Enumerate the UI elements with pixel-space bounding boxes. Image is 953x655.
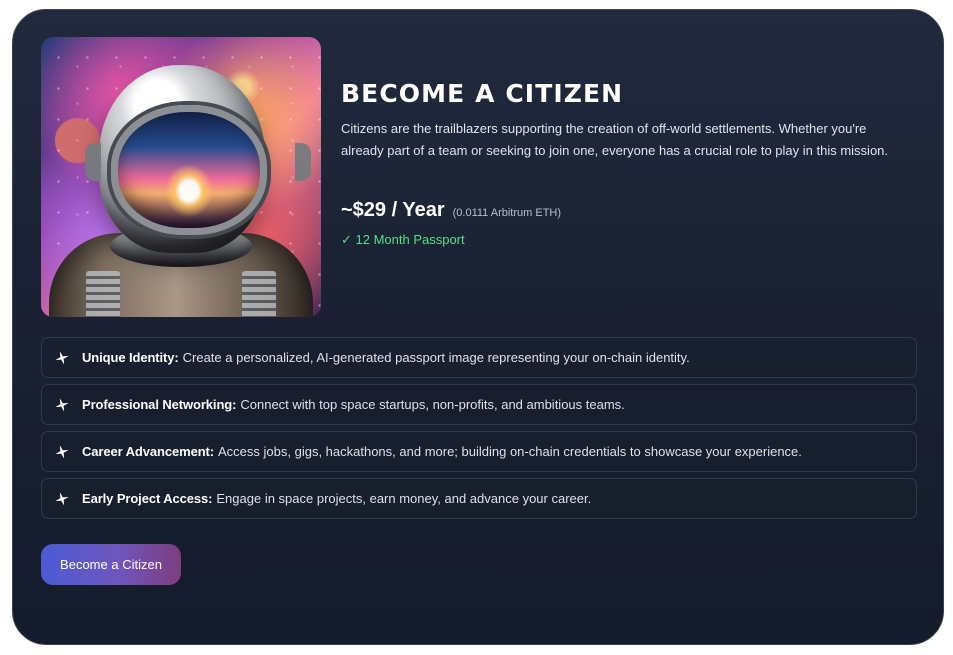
feature-early-project-access: Early Project Access: Engage in space pr…: [41, 478, 917, 519]
citizen-card: BECOME A CITIZEN Citizens are the trailb…: [12, 9, 944, 645]
chest-strap-left-decoration: [86, 271, 120, 317]
star-sparkle-icon: [54, 444, 70, 460]
feature-title: Early Project Access:: [82, 491, 213, 506]
feature-title: Unique Identity:: [82, 350, 179, 365]
astronaut-image: [41, 37, 321, 317]
chest-strap-right-decoration: [242, 271, 276, 317]
star-sparkle-icon: [54, 397, 70, 413]
feature-title: Career Advancement:: [82, 444, 215, 459]
feature-professional-networking: Professional Networking: Connect with to…: [41, 384, 917, 425]
star-sparkle-icon: [54, 491, 70, 507]
page-title: BECOME A CITIZEN: [341, 79, 624, 108]
citizen-description: Citizens are the trailblazers supporting…: [341, 121, 889, 158]
astronaut-helmet-icon: [85, 65, 311, 253]
eth-price: (0.0111 Arbitrum ETH): [452, 207, 562, 219]
feature-text: Access jobs, gigs, hackathons, and more;…: [218, 444, 802, 459]
feature-list: Unique Identity: Create a personalized, …: [41, 337, 917, 525]
feature-unique-identity: Unique Identity: Create a personalized, …: [41, 337, 917, 378]
feature-text: Create a personalized, AI-generated pass…: [182, 350, 690, 365]
feature-career-advancement: Career Advancement: Access jobs, gigs, h…: [41, 431, 917, 472]
feature-title: Professional Networking:: [82, 397, 237, 412]
price-line: ~$29 / Year (0.0111 Arbitrum ETH): [341, 196, 561, 224]
feature-text: Engage in space projects, earn money, an…: [216, 491, 592, 506]
star-sparkle-icon: [54, 350, 70, 366]
become-citizen-button[interactable]: Become a Citizen: [41, 544, 181, 585]
feature-text: Connect with top space startups, non-pro…: [240, 397, 625, 412]
passport-duration: ✓ 12 Month Passport: [341, 232, 465, 247]
annual-price: ~$29 / Year: [341, 199, 445, 221]
